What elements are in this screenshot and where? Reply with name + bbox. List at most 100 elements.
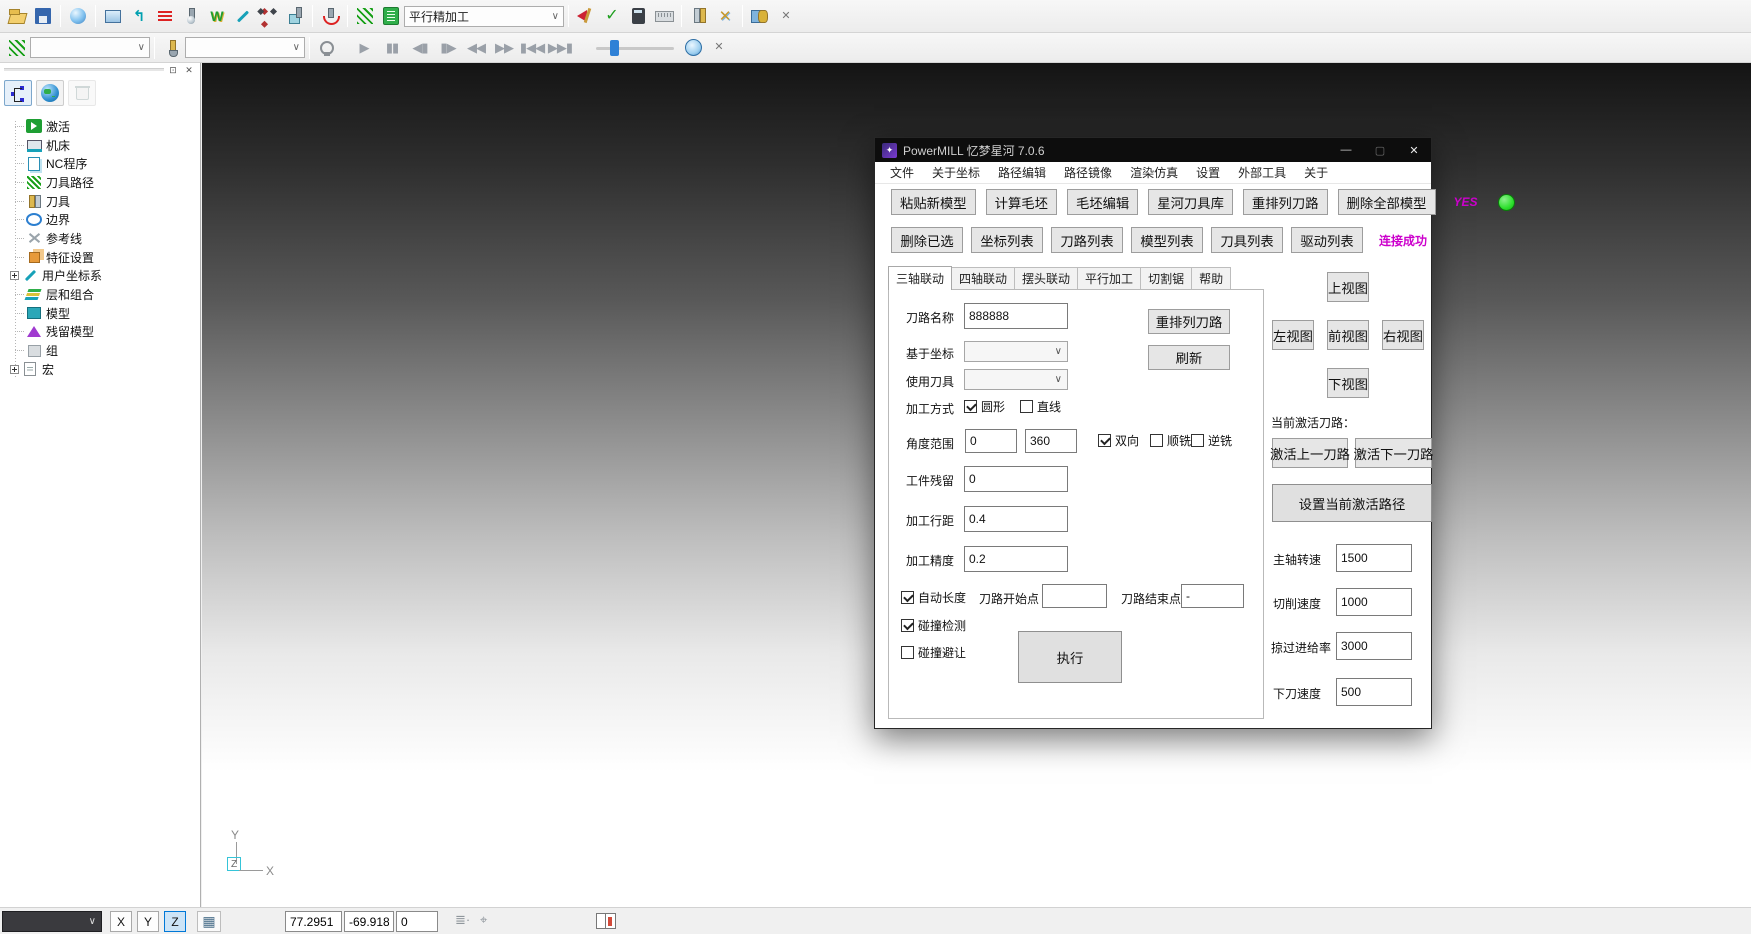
dialog-titlebar[interactable]: PowerMILL 忆梦星河 7.0.6 — ▢ ✕ (875, 138, 1431, 162)
paste-new-model-button[interactable]: 粘贴新模型 (891, 189, 976, 215)
play-icon[interactable] (350, 40, 378, 56)
skip-end-icon[interactable] (546, 40, 574, 56)
collision-check-checkbox[interactable]: 碰撞检测 (901, 617, 966, 634)
rearrange-toolpaths-button-2[interactable]: 重排列刀路 (1148, 309, 1230, 334)
tree-item-residual-model[interactable]: 残留模型 (6, 323, 198, 342)
calculator-icon[interactable] (626, 4, 650, 28)
set-active-path-button[interactable]: 设置当前激活路径 (1272, 484, 1432, 522)
coord-y-input[interactable] (344, 911, 394, 932)
view-top-button[interactable]: 上视图 (1327, 272, 1369, 302)
delete-all-models-button[interactable]: 删除全部模型 (1338, 189, 1436, 215)
stock-levels-icon[interactable] (153, 4, 177, 28)
toolpath-name-input[interactable] (964, 303, 1068, 329)
save-icon[interactable] (31, 4, 55, 28)
toolpath-zigzag-icon[interactable] (127, 4, 151, 28)
open-file-icon[interactable] (5, 4, 29, 28)
menu-path-edit[interactable]: 路径编辑 (989, 164, 1055, 181)
strategy-list-icon[interactable] (379, 4, 403, 28)
step-forward-icon[interactable] (434, 40, 462, 56)
axis-z-button[interactable]: Z (164, 911, 186, 932)
tab-cutting-saw[interactable]: 切割锯 (1140, 267, 1192, 290)
view-front-button[interactable]: 前视图 (1327, 320, 1369, 350)
view-bottom-button[interactable]: 下视图 (1327, 368, 1369, 398)
slider-handle[interactable] (610, 40, 619, 56)
transform-cross-icon[interactable] (713, 4, 737, 28)
menu-about-coords[interactable]: 关于坐标 (923, 164, 989, 181)
tolerance-input[interactable] (964, 546, 1068, 572)
ruler-icon[interactable] (652, 4, 676, 28)
tool-dropdown[interactable]: ∨ (185, 37, 305, 58)
spindle-speed-input[interactable] (1336, 544, 1412, 572)
panel-drag-handle[interactable] (4, 68, 164, 72)
point-distribution-icon[interactable] (257, 4, 281, 28)
activate-next-toolpath-button[interactable]: 激活下一刀路 (1355, 438, 1432, 468)
skip-start-icon[interactable] (518, 40, 546, 56)
verify-check-icon[interactable] (600, 4, 624, 28)
split-view-icon[interactable] (596, 913, 616, 929)
close-button[interactable]: ✕ (1397, 138, 1431, 162)
view-right-button[interactable]: 右视图 (1382, 320, 1424, 350)
tree-item-boundary[interactable]: 边界 (6, 210, 198, 229)
tree-item-user-coordinate[interactable]: 用户坐标系 (6, 267, 198, 286)
toolpath-spring-icon[interactable] (353, 4, 377, 28)
light-bulb-icon[interactable] (315, 36, 339, 60)
ball-nose-tool-icon[interactable] (179, 4, 203, 28)
circle-checkbox[interactable]: 圆形 (964, 398, 1005, 415)
axis-y-button[interactable]: Y (137, 911, 159, 932)
menu-about[interactable]: 关于 (1295, 164, 1337, 181)
trash-icon[interactable] (68, 80, 96, 106)
tree-item-activate[interactable]: 激活 (6, 117, 198, 136)
menu-path-mirror[interactable]: 路径镜像 (1055, 164, 1121, 181)
status-dropdown[interactable] (2, 911, 102, 932)
pattern-pencil-icon[interactable] (231, 4, 255, 28)
panel-float-icon[interactable]: ⊡ (166, 64, 180, 77)
model-list-button[interactable]: 模型列表 (1131, 227, 1203, 253)
toolpath-list-button[interactable]: 刀路列表 (1051, 227, 1123, 253)
grid-toggle-icon[interactable] (197, 911, 221, 932)
tree-item-reference-line[interactable]: 参考线 (6, 229, 198, 248)
list-options-icon[interactable]: ≣· (455, 912, 470, 928)
tab-help[interactable]: 帮助 (1191, 267, 1231, 290)
menu-settings[interactable]: 设置 (1187, 164, 1229, 181)
tool-pair-icon[interactable] (687, 4, 711, 28)
shaded-sphere-icon[interactable] (66, 4, 90, 28)
clock-icon[interactable] (681, 36, 705, 60)
use-tool-select[interactable] (964, 369, 1068, 390)
expand-icon[interactable] (10, 365, 19, 374)
stock-edit-button[interactable]: 毛坯编辑 (1067, 189, 1138, 215)
based-coord-select[interactable] (964, 341, 1068, 362)
tree-item-feature-set[interactable]: 特征设置 (6, 248, 198, 267)
globe-icon[interactable] (36, 80, 64, 106)
stepover-input[interactable] (964, 506, 1068, 532)
tab-3axis[interactable]: 三轴联动 (888, 266, 952, 290)
menu-external-tools[interactable]: 外部工具 (1229, 164, 1295, 181)
activate-prev-toolpath-button[interactable]: 激活上一刀路 (1272, 438, 1348, 468)
delete-selected-button[interactable]: 删除已选 (891, 227, 963, 253)
tree-item-tool[interactable]: 刀具 (6, 192, 198, 211)
expand-icon[interactable] (10, 271, 19, 280)
axe-icon[interactable] (574, 4, 598, 28)
plunge-speed-input[interactable] (1336, 678, 1412, 706)
toolpath-dropdown[interactable]: ∨ (30, 37, 150, 58)
auto-length-checkbox[interactable]: 自动长度 (901, 589, 966, 606)
tool-library-button[interactable]: 星河刀具库 (1148, 189, 1233, 215)
strategy-dropdown[interactable]: 平行精加工 ∨ (404, 6, 564, 27)
cutting-speed-input[interactable] (1336, 588, 1412, 616)
collision-avoid-checkbox[interactable]: 碰撞避让 (901, 644, 966, 661)
climb-mill-checkbox[interactable]: 顺铣 (1150, 432, 1191, 449)
compare-solids-icon[interactable] (748, 4, 772, 28)
menu-file[interactable]: 文件 (881, 164, 923, 181)
tab-parallel[interactable]: 平行加工 (1077, 267, 1141, 290)
tree-item-toolpath[interactable]: 刀具路径 (6, 173, 198, 192)
tree-item-machine[interactable]: 机床 (6, 136, 198, 155)
fast-forward-icon[interactable] (490, 40, 518, 56)
maximize-button[interactable]: ▢ (1363, 138, 1397, 162)
tree-item-layers[interactable]: 层和组合 (6, 285, 198, 304)
compute-stock-button[interactable]: 计算毛坯 (986, 189, 1057, 215)
panel-close-icon[interactable]: ✕ (182, 64, 196, 77)
create-block-icon[interactable] (101, 4, 125, 28)
tab-4axis[interactable]: 四轴联动 (951, 267, 1015, 290)
pause-icon[interactable] (378, 40, 406, 56)
tool-arc-simulate-icon[interactable] (318, 4, 342, 28)
tool-list-button[interactable]: 刀具列表 (1211, 227, 1283, 253)
